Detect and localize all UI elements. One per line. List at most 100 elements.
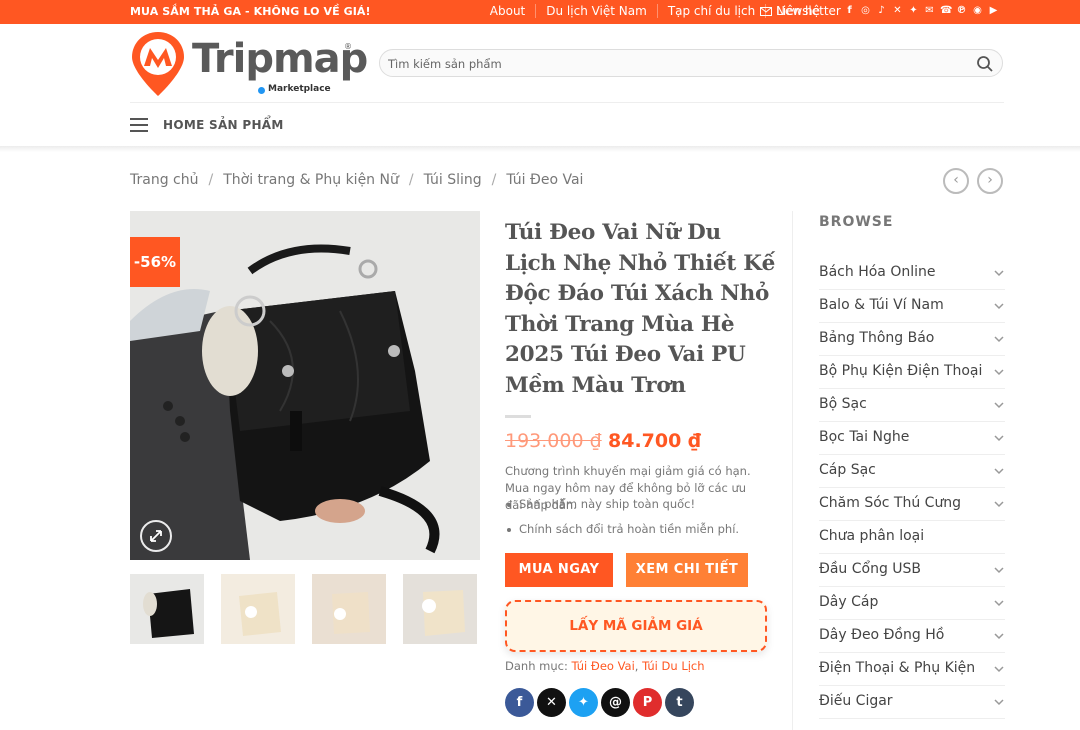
prev-product-button[interactable]: ‹ xyxy=(943,168,969,194)
buy-now-button[interactable]: MUA NGAY xyxy=(505,553,613,587)
chevron-down-icon[interactable] xyxy=(993,696,1005,708)
chevron-down-icon[interactable] xyxy=(993,300,1005,312)
sale-price: 84.700 ₫ xyxy=(608,430,702,452)
share-threads-icon[interactable]: @ xyxy=(601,688,630,717)
sidebar-category-item[interactable]: Dây Đeo Đồng Hồ xyxy=(819,620,1005,653)
category-comma: , xyxy=(634,659,643,673)
breadcrumb-home[interactable]: Trang chủ xyxy=(130,172,198,188)
rss-icon[interactable]: ◉ xyxy=(972,5,983,17)
sidebar-category-label: Bách Hóa Online xyxy=(819,264,936,280)
share-twitter-icon[interactable]: ✦ xyxy=(569,688,598,717)
thumbnail-strip xyxy=(130,574,477,644)
share-tumblr-icon[interactable]: t xyxy=(665,688,694,717)
benefit-list: Sản phẩm này ship toàn quốc! Chính sách … xyxy=(505,497,739,547)
top-bar: MUA SẮM THẢ GA - KHÔNG LO VỀ GIÁ! About … xyxy=(0,0,1080,24)
category-link-tui-du-lich[interactable]: Túi Du Lịch xyxy=(642,659,704,673)
chevron-down-icon[interactable] xyxy=(993,267,1005,279)
sidebar-category-label: Điện Thoại & Phụ Kiện xyxy=(819,660,976,676)
map-pin-logo-icon xyxy=(132,32,184,96)
header-shadow xyxy=(0,146,1080,152)
promo-text: MUA SẮM THẢ GA - KHÔNG LO VỀ GIÁ! xyxy=(130,5,371,18)
breadcrumb-separator: / xyxy=(491,172,497,188)
top-link-du-lich[interactable]: Du lịch Việt Nam xyxy=(535,4,657,18)
newsletter-label: Newsletter xyxy=(776,4,841,18)
category-link-tui-deo-vai[interactable]: Túi Đeo Vai xyxy=(571,659,634,673)
breadcrumb-separator: / xyxy=(208,172,214,188)
thumbnail-2[interactable] xyxy=(221,574,295,644)
benefit-item: Sản phẩm này ship toàn quốc! xyxy=(505,497,739,522)
breadcrumb-tui-deo-vai[interactable]: Túi Đeo Vai xyxy=(506,172,583,188)
nav-home[interactable]: HOME xyxy=(163,118,205,132)
email-icon[interactable]: ✉ xyxy=(924,5,935,17)
instagram-icon[interactable]: ◎ xyxy=(860,5,871,17)
chevron-down-icon[interactable] xyxy=(993,366,1005,378)
sidebar-category-item[interactable]: Bách Hóa Online xyxy=(819,257,1005,290)
youtube-icon[interactable]: ▶ xyxy=(988,5,999,17)
chevron-down-icon[interactable] xyxy=(993,399,1005,411)
tiktok-icon[interactable]: ♪ xyxy=(876,5,887,17)
category-label: Danh mục: xyxy=(505,659,568,673)
breadcrumb-tui-sling[interactable]: Túi Sling xyxy=(424,172,482,188)
sidebar-heading: BROWSE xyxy=(819,214,894,230)
sidebar-divider xyxy=(792,211,793,730)
sidebar-category-label: Bảng Thông Báo xyxy=(819,330,935,346)
x-icon[interactable]: ✕ xyxy=(892,5,903,17)
zoom-icon[interactable] xyxy=(140,520,172,552)
sidebar-category-label: Điếu Cigar xyxy=(819,693,893,709)
top-link-about[interactable]: About xyxy=(480,4,535,18)
breadcrumb: Trang chủ / Thời trang & Phụ kiện Nữ / T… xyxy=(130,172,583,188)
benefit-item: Chính sách đổi trả hoàn tiền miễn phí. xyxy=(505,522,739,547)
nav-san-pham[interactable]: SẢN PHẨM xyxy=(209,118,284,132)
sidebar-category-item[interactable]: Bộ Phụ Kiện Điện Thoại xyxy=(819,356,1005,389)
newsletter-link[interactable]: Newsletter xyxy=(760,4,841,18)
sidebar-category-label: Balo & Túi Ví Nam xyxy=(819,297,944,313)
product-main-image[interactable] xyxy=(130,211,480,560)
sidebar-category-item[interactable]: Balo & Túi Ví Nam xyxy=(819,290,1005,323)
get-coupon-button[interactable]: LẤY MÃ GIẢM GIÁ xyxy=(505,600,767,652)
sidebar-category-item[interactable]: Cáp Sạc xyxy=(819,455,1005,488)
sidebar-category-item[interactable]: Dây Cáp xyxy=(819,587,1005,620)
sidebar-category-label: Cáp Sạc xyxy=(819,462,876,478)
sidebar-category-item[interactable]: Điếu Cigar xyxy=(819,686,1005,719)
breadcrumb-thoi-trang[interactable]: Thời trang & Phụ kiện Nữ xyxy=(223,172,399,188)
sidebar-category-item[interactable]: Bảng Thông Báo xyxy=(819,323,1005,356)
chevron-down-icon[interactable] xyxy=(993,465,1005,477)
site-header: Tripmap ® Marketplace xyxy=(0,24,1080,102)
pinterest-icon[interactable]: ℗ xyxy=(956,5,967,17)
chevron-down-icon[interactable] xyxy=(993,564,1005,576)
menu-icon[interactable] xyxy=(130,118,148,132)
thumbnail-4[interactable] xyxy=(403,574,477,644)
share-facebook-icon[interactable]: f xyxy=(505,688,534,717)
thumbnail-3[interactable] xyxy=(312,574,386,644)
search-input[interactable] xyxy=(388,55,968,73)
logo-subtitle: Marketplace xyxy=(268,84,331,94)
black-bag-photo xyxy=(130,211,480,560)
next-product-button[interactable]: › xyxy=(977,168,1003,194)
search-icon[interactable] xyxy=(976,55,994,73)
chevron-down-icon[interactable] xyxy=(993,663,1005,675)
sidebar-category-label: Dây Đeo Đồng Hồ xyxy=(819,627,945,643)
facebook-icon[interactable]: f xyxy=(844,5,855,17)
view-detail-button[interactable]: XEM CHI TIẾT xyxy=(626,553,748,587)
share-pinterest-icon[interactable]: P xyxy=(633,688,662,717)
sidebar-category-item[interactable]: Bộ Sạc xyxy=(819,389,1005,422)
sidebar-category-item[interactable]: Đầu Cổng USB xyxy=(819,554,1005,587)
sidebar-category-item[interactable]: Chăm Sóc Thú Cưng xyxy=(819,488,1005,521)
share-x-icon[interactable]: ✕ xyxy=(537,688,566,717)
top-link-tap-chi[interactable]: Tạp chí du lịch xyxy=(656,4,765,18)
chevron-down-icon[interactable] xyxy=(993,498,1005,510)
phone-icon[interactable]: ☎ xyxy=(940,5,952,17)
discount-badge: -56% xyxy=(130,237,180,287)
thumbnail-1[interactable] xyxy=(130,574,204,644)
chevron-down-icon[interactable] xyxy=(993,597,1005,609)
chevron-down-icon[interactable] xyxy=(993,432,1005,444)
social-icons: f ◎ ♪ ✕ ✦ ✉ ☎ ℗ ◉ ▶ xyxy=(844,5,999,17)
chevron-down-icon[interactable] xyxy=(993,630,1005,642)
twitter-icon[interactable]: ✦ xyxy=(908,5,919,17)
chevron-down-icon[interactable] xyxy=(993,333,1005,345)
logo[interactable]: Tripmap ® Marketplace xyxy=(130,30,368,98)
sidebar-category-item[interactable]: Bọc Tai Nghe xyxy=(819,422,1005,455)
sidebar-category-item[interactable]: Điện Thoại & Phụ Kiện xyxy=(819,653,1005,686)
old-price: 193.000 ₫ xyxy=(505,430,602,452)
sidebar-category-item[interactable]: Chưa phân loại xyxy=(819,521,1005,554)
